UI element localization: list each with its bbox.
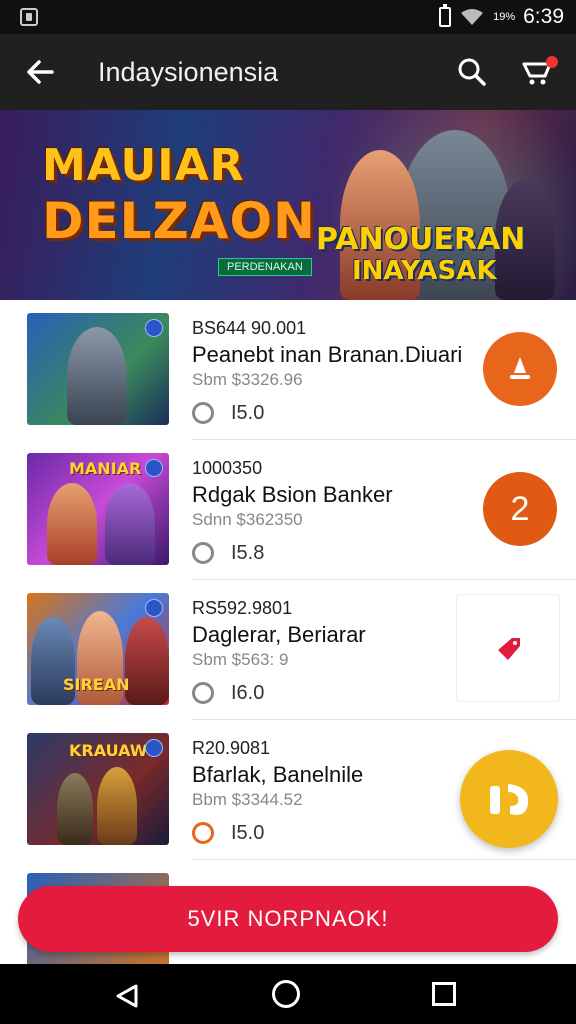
headset-icon (490, 784, 529, 815)
item-name: Rdgak Bsion Banker (192, 482, 393, 507)
item-rating: I6.0 (231, 682, 265, 704)
banner-subtitle-line2: INAYASAK (352, 256, 497, 286)
support-fab-button[interactable] (460, 750, 558, 848)
item-rating: I5.0 (231, 402, 265, 424)
item-rating: I5.0 (231, 822, 265, 844)
item-thumbnail: KRAUAW (27, 733, 169, 845)
rating-icon (192, 542, 214, 564)
item-name: Bfarlak, Banelnile (192, 762, 364, 787)
item-code: BS644 90.001 (192, 318, 307, 338)
thumb-figure (125, 617, 169, 705)
app-notification-icon (20, 8, 38, 26)
thumb-figure (67, 327, 127, 425)
clock: 6:39 (523, 5, 564, 28)
thumb-figure (47, 483, 97, 565)
battery-percentage: 19% (493, 11, 516, 23)
thumb-badge (145, 319, 163, 337)
wifi-icon (461, 9, 484, 25)
thumb-badge (145, 739, 163, 757)
thumb-badge (145, 459, 163, 477)
primary-cta-button[interactable]: 5VIR NORPNAOK! (18, 886, 558, 952)
page-title: Indaysionensia (98, 57, 279, 87)
thumb-title: SIREAN (63, 675, 130, 694)
nav-recents-icon[interactable] (432, 982, 456, 1006)
system-nav-bar (0, 964, 576, 1024)
thumb-badge (145, 599, 163, 617)
item-action-button[interactable]: 2 (483, 472, 557, 546)
tag-icon (498, 638, 520, 660)
list-item[interactable]: BS644 90.001 Peanebt inan Branan.Diuari … (0, 300, 576, 440)
back-arrow-icon[interactable] (20, 52, 60, 92)
rating-icon (192, 402, 214, 424)
thumb-title: KRAUAW (69, 741, 148, 760)
thumb-figure (105, 483, 155, 565)
item-price: Bbm $3344.52 (192, 790, 303, 809)
search-icon[interactable] (452, 52, 492, 92)
banner-subtitle-line1: PANOUERAN (316, 222, 526, 257)
item-rating: I5.8 (231, 542, 265, 564)
item-thumbnail: SIREAN (27, 593, 169, 705)
banner-tag: PERDENAKAN (218, 258, 312, 276)
item-code: 1000350 (192, 458, 263, 478)
thumb-figure (57, 773, 93, 845)
banner-title-line2: DELZAON (42, 192, 316, 250)
item-action-button[interactable] (483, 332, 557, 406)
nav-home-icon[interactable] (272, 980, 300, 1008)
item-thumbnail (27, 313, 169, 425)
item-thumbnail: MANIAR (27, 453, 169, 565)
list-item[interactable]: MANIAR 1000350 Rdgak Bsion Banker Sdnn $… (0, 440, 576, 580)
item-price: Sdnn $362350 (192, 510, 303, 529)
item-price: Sbm $563: 9 (192, 650, 289, 669)
list-item[interactable]: SIREAN RS592.9801 Daglerar, Beriarar Sbm… (0, 580, 576, 720)
item-action-button[interactable] (456, 594, 560, 702)
cart-button[interactable] (518, 52, 558, 92)
game-list: BS644 90.001 Peanebt inan Branan.Diuari … (0, 300, 576, 983)
nav-back-icon[interactable] (114, 982, 142, 1010)
status-bar: 19% 6:39 (0, 0, 576, 34)
item-name: Daglerar, Beriarar (192, 622, 366, 647)
banner-title-line1: MAUIAR (42, 140, 245, 191)
item-code: R20.9081 (192, 738, 271, 758)
rating-icon (192, 682, 214, 704)
item-name: Peanebt inan Branan.Diuari (192, 342, 463, 367)
thumb-title: MANIAR (69, 459, 142, 478)
item-price: Sbm $3326.96 (192, 370, 303, 389)
person-icon (510, 357, 530, 379)
cart-badge (546, 56, 558, 68)
thumb-figure (97, 767, 137, 845)
status-icons: 19% 6:39 (439, 4, 564, 28)
app-bar: Indaysionensia (0, 34, 576, 110)
battery-icon (439, 4, 452, 27)
promo-banner[interactable]: MAUIAR DELZAON PERDENAKAN PANOUERAN INAY… (0, 110, 576, 300)
action-count: 2 (510, 489, 530, 528)
rating-icon (192, 822, 214, 844)
item-code: RS592.9801 (192, 598, 293, 618)
